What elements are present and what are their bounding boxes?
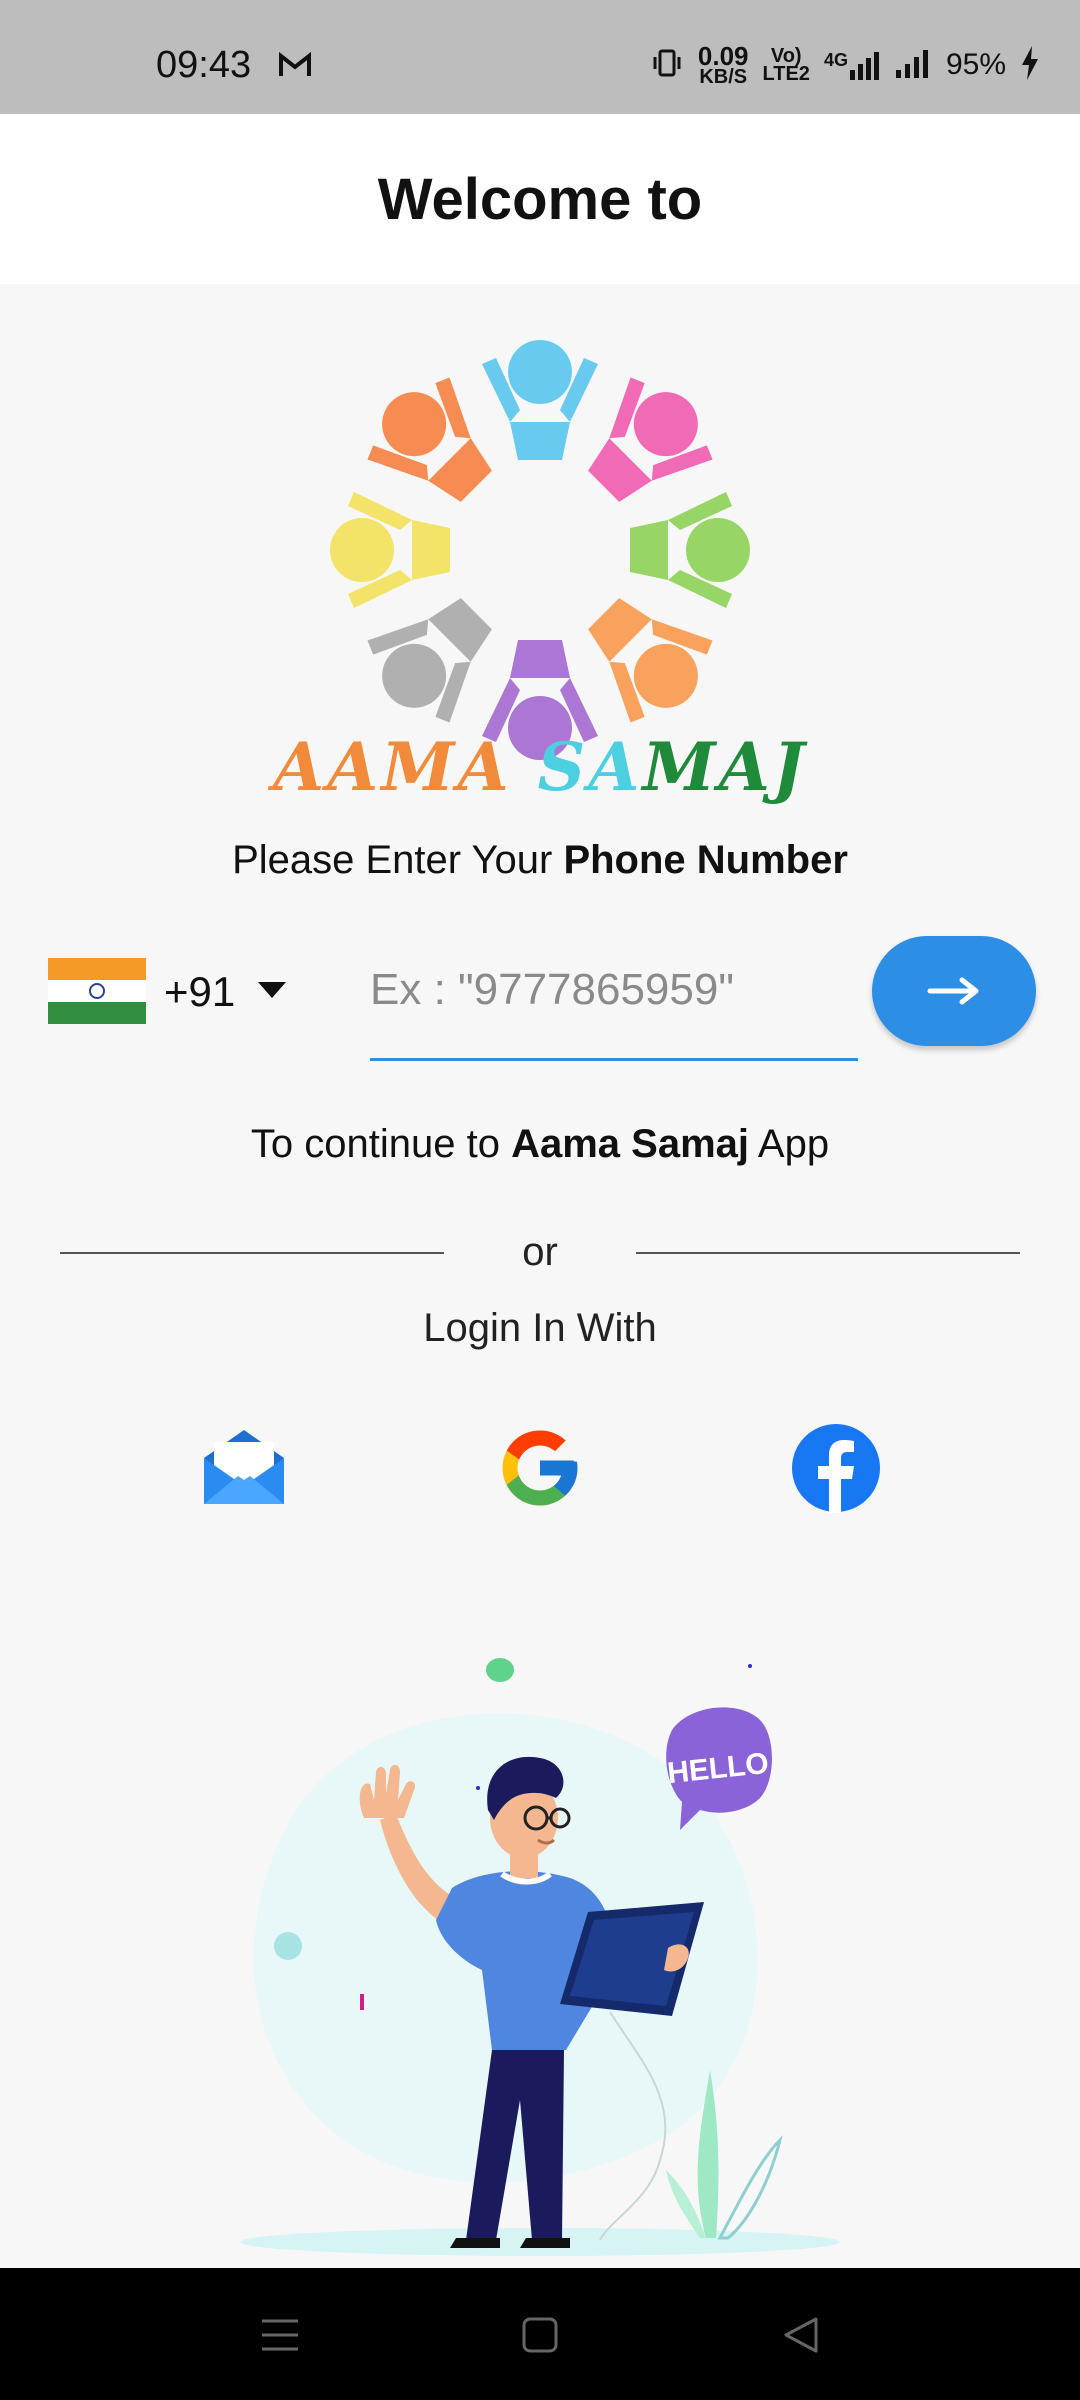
logo-person-figure [630, 492, 750, 608]
status-indicators: 0.09 KB/S Vo) LTE2 4G 95% [650, 41, 1040, 88]
india-flag-icon[interactable] [48, 958, 146, 1024]
input-underline [370, 1058, 858, 1061]
phone-prompt-bold: Phone Number [563, 838, 848, 882]
continue-suffix: App [749, 1122, 830, 1166]
login-facebook-button[interactable] [788, 1420, 884, 1516]
brand-name: AAMA SAMAJ [0, 728, 1080, 806]
google-icon [502, 1430, 578, 1506]
logo-person-figure [330, 492, 450, 608]
net-speed-value: 0.09 [697, 41, 749, 71]
logo-person-figure [588, 598, 713, 723]
recents-button[interactable] [250, 2308, 310, 2362]
greeting-illustration: HELLO [220, 1640, 860, 2270]
logo-person-figure [367, 377, 492, 502]
home-square-icon [522, 2317, 558, 2353]
country-dial-code[interactable]: +91 [164, 968, 235, 1016]
continue-prefix: To continue to [250, 1122, 512, 1166]
brand-part-2: SA [537, 728, 643, 806]
system-nav-bar [0, 2268, 1080, 2400]
login-google-button[interactable] [492, 1420, 588, 1516]
status-time: 09:43 [156, 44, 252, 86]
logo-person-figure [482, 340, 598, 460]
signal-icon: 4G [824, 50, 882, 80]
status-bar: 09:43 0.09 KB/S Vo) LTE2 4G 95% [0, 0, 1080, 114]
phone-prompt: Please Enter Your Phone Number [0, 838, 1080, 883]
vibrate-icon [650, 46, 684, 85]
phone-input-row: +91 [48, 930, 1038, 1061]
gmail-icon [278, 51, 312, 83]
login-email-button[interactable] [196, 1420, 292, 1516]
volte-indicator: Vo) LTE2 [762, 46, 810, 85]
charging-icon [1020, 45, 1040, 85]
phone-number-input[interactable] [370, 950, 858, 1030]
back-triangle-icon [784, 2317, 818, 2353]
login-with-label: Login In With [423, 1306, 657, 1350]
battery-level: 95% [945, 48, 1006, 81]
brand-part-3: MAJ [642, 728, 808, 806]
page-title: Welcome to [377, 166, 703, 232]
facebook-icon [792, 1424, 880, 1513]
aama-samaj-logo [320, 330, 760, 770]
email-icon [204, 1430, 284, 1504]
logo-person-figure [588, 377, 713, 502]
network-type: 4G [823, 50, 848, 70]
divider-right [636, 1252, 1020, 1254]
chevron-down-icon[interactable] [258, 982, 286, 998]
logo-person-figure [367, 598, 492, 723]
phone-prompt-prefix: Please Enter Your [232, 838, 564, 882]
volte-bottom: LTE2 [762, 63, 810, 85]
brand-part-1: AAMA [272, 728, 538, 806]
menu-icon [262, 2319, 298, 2351]
ashoka-chakra [89, 983, 105, 999]
submit-phone-button[interactable] [872, 936, 1036, 1046]
signal-icon-2 [895, 48, 932, 83]
arrow-right-icon [927, 977, 979, 1005]
continue-app-name: Aama Samaj [511, 1122, 750, 1166]
home-button[interactable] [510, 2308, 570, 2362]
net-speed-unit: KB/S [699, 66, 748, 88]
net-speed: 0.09 KB/S [697, 41, 749, 88]
back-button[interactable] [770, 2308, 830, 2362]
app-header: Welcome to [0, 114, 1080, 284]
continue-text: To continue to Aama Samaj App [0, 1122, 1080, 1167]
